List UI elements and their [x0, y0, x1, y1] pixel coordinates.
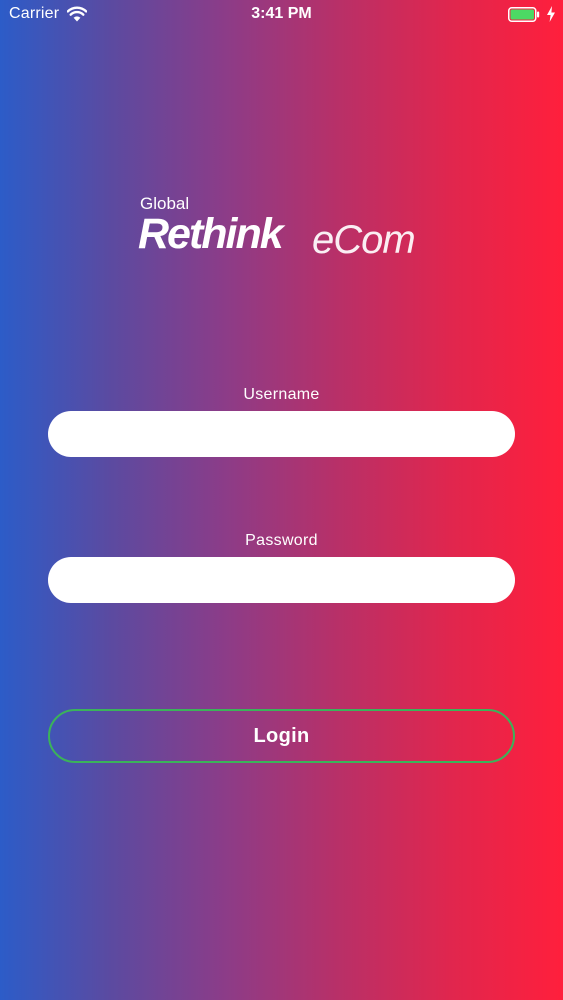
login-button[interactable]: Login [48, 709, 515, 763]
logo-suffix-text: eCom [312, 218, 416, 262]
status-bar: Carrier 3:41 PM [0, 0, 563, 30]
password-label: Password [245, 532, 318, 549]
username-input[interactable] [48, 411, 515, 457]
clock: 3:41 PM [251, 5, 312, 22]
app-logo: Global Rethink eCom [138, 190, 438, 270]
charging-icon [547, 6, 555, 22]
password-input[interactable] [48, 557, 515, 603]
battery-icon [508, 7, 540, 22]
username-label: Username [243, 386, 320, 403]
logo-brand-text: Rethink [138, 210, 284, 258]
